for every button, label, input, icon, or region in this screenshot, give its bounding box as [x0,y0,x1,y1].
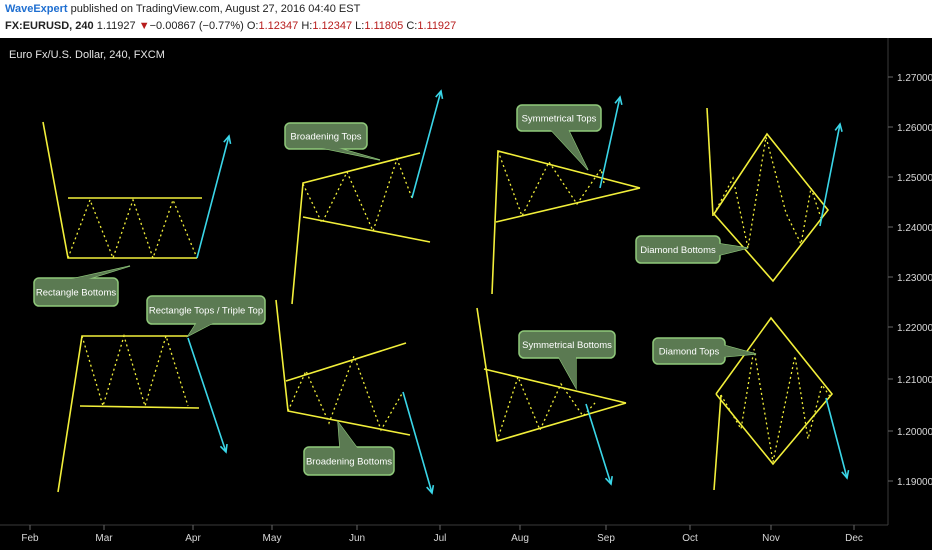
open-value: 1.12347 [258,20,299,32]
price-tick-label: 1.19000 [897,477,932,488]
price-tick-label: 1.26000 [897,123,932,134]
price-tick-label: 1.22000 [897,323,932,334]
time-tick-label: Apr [185,533,201,544]
published-text: published on TradingView.com, August 27,… [70,3,361,15]
high-label: H: [301,20,313,32]
time-tick-label: Dec [845,533,863,544]
time-tick-label: Nov [762,533,780,544]
publish-header: WaveExpert published on TradingView.com,… [0,0,932,38]
last-price: 1.11927 [96,20,136,32]
callout-label: Rectangle Bottoms [36,288,117,299]
price-tick-label: 1.23000 [897,273,932,284]
close-label: C: [406,20,418,32]
low-value: 1.11805 [364,20,404,32]
open-label: O: [246,20,259,32]
price-tick-label: 1.25000 [897,173,932,184]
callout-label: Diamond Bottoms [640,245,716,256]
callout-label: Broadening Bottoms [306,457,392,468]
chart-area[interactable]: Euro Fx/U.S. Dollar, 240, FXCM 1.27000 1.… [0,38,932,550]
price-change: −0.00867 (−0.77%) [149,20,244,32]
low-label: L: [355,20,365,32]
price-tick-label: 1.21000 [897,375,932,386]
time-tick-label: Sep [597,533,615,544]
symbol-label: FX:EURUSD, 240 [5,20,94,32]
high-value: 1.12347 [312,20,353,32]
time-tick-label: Feb [21,533,39,544]
author-link[interactable]: WaveExpert [5,3,68,15]
time-tick-label: May [263,533,282,544]
price-tick-label: 1.20000 [897,427,932,438]
quote-line: FX:EURUSD, 240 1.11927 ▼−0.00867 (−0.77%… [5,20,456,32]
callout-label: Symmetrical Bottoms [522,340,612,351]
price-tick-label: 1.27000 [897,73,932,84]
time-tick-label: Aug [511,533,529,544]
callout-label: Broadening Tops [290,132,361,143]
callout-label: Rectangle Tops / Triple Top [149,306,263,317]
time-tick-label: Jul [434,533,447,544]
publish-line: WaveExpert published on TradingView.com,… [5,3,360,15]
time-tick-label: Oct [682,533,698,544]
close-value: 1.11927 [417,20,457,32]
callout-label: Diamond Tops [659,347,720,358]
down-arrow-icon: ▼ [138,20,150,32]
price-tick-label: 1.24000 [897,223,932,234]
time-tick-label: Mar [95,533,113,544]
chart-title: Euro Fx/U.S. Dollar, 240, FXCM [9,49,165,61]
chart-svg: Euro Fx/U.S. Dollar, 240, FXCM 1.27000 1.… [0,38,932,550]
callout-label: Symmetrical Tops [522,114,597,125]
chart-background [0,38,932,550]
time-tick-label: Jun [349,533,365,544]
